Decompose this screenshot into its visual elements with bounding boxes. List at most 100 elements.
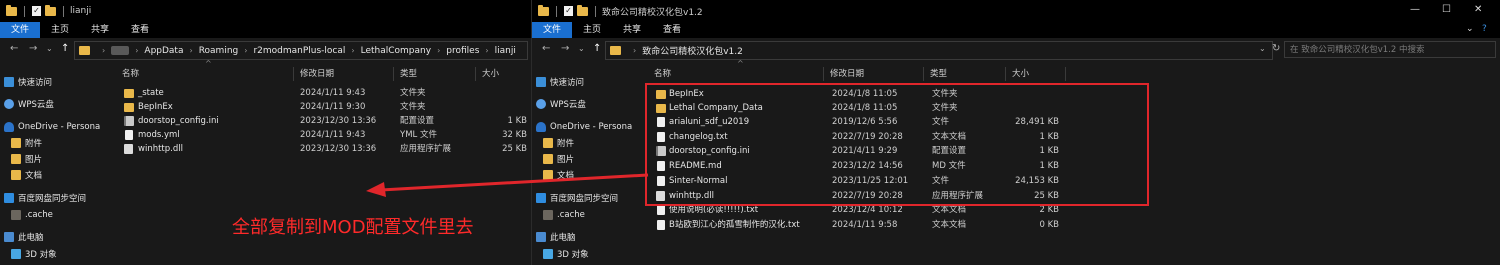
column-header-name[interactable]: 名称 xyxy=(654,67,671,81)
tab-view[interactable]: 查看 xyxy=(120,22,160,38)
nav-item-label: 百度网盘同步空间 xyxy=(550,194,619,204)
file-type: 文本文档 xyxy=(932,220,967,230)
new-folder-icon[interactable] xyxy=(577,4,588,16)
window-title: 致命公司精校汉化包v1.2 xyxy=(602,7,703,18)
nav-item-onedrive[interactable]: OneDrive - Persona xyxy=(536,119,648,135)
back-arrow-icon[interactable]: ← xyxy=(10,43,18,55)
column-divider xyxy=(823,67,824,81)
divider xyxy=(24,5,25,17)
nav-item-3d-objects[interactable]: 3D 对象 xyxy=(11,246,123,262)
nav-item-this-pc[interactable]: 此电脑 xyxy=(536,229,648,245)
breadcrumb-item[interactable]: r2modmanPlus-local xyxy=(253,46,345,56)
nav-item-quick-access[interactable]: 快速访问 xyxy=(536,74,648,90)
column-header-size[interactable]: 大小 xyxy=(482,67,499,81)
pc-icon xyxy=(4,232,14,242)
column-header-name[interactable]: 名称 xyxy=(122,67,139,81)
help-icon[interactable]: ? xyxy=(1482,24,1487,34)
breadcrumb-item[interactable]: AppData xyxy=(144,46,183,56)
file-name: B站欧到江心的孤雪制作的汉化.txt xyxy=(669,220,800,230)
properties-icon[interactable]: ✓ xyxy=(564,6,573,16)
tab-view[interactable]: 查看 xyxy=(652,22,692,38)
breadcrumb: › 致命公司精校汉化包v1.2 xyxy=(627,44,743,57)
nav-item-cache[interactable]: .cache xyxy=(543,207,655,223)
nav-item-documents[interactable]: 文档 xyxy=(11,167,123,183)
up-arrow-icon[interactable]: ↑ xyxy=(593,43,601,55)
nav-item-this-pc[interactable]: 此电脑 xyxy=(4,229,116,245)
title-bar: ✓ 致命公司精校汉化包v1.2 — ☐ ✕ xyxy=(532,0,1500,22)
properties-icon[interactable]: ✓ xyxy=(32,6,41,16)
breadcrumb-item[interactable]: LethalCompany xyxy=(361,46,431,56)
tab-home[interactable]: 主页 xyxy=(572,22,612,38)
config-file-icon xyxy=(124,116,134,126)
minimize-icon[interactable]: — xyxy=(1410,4,1420,15)
breadcrumb-item[interactable]: profiles xyxy=(446,46,479,56)
forward-arrow-icon[interactable]: → xyxy=(561,43,569,55)
file-type: 文件夹 xyxy=(400,102,426,112)
nav-item-label: WPS云盘 xyxy=(18,100,54,110)
file-date: 2024/1/11 9:30 xyxy=(300,102,366,112)
address-bar[interactable]: › › AppData › Roaming › r2modmanPlus-loc… xyxy=(74,41,528,60)
search-input[interactable]: 在 致命公司精校汉化包v1.2 中搜索 xyxy=(1284,41,1496,58)
back-arrow-icon[interactable]: ← xyxy=(542,43,550,55)
nav-item-pictures[interactable]: 图片 xyxy=(11,151,123,167)
file-date: 2023/12/30 13:36 xyxy=(300,116,377,126)
file-name: winhttp.dll xyxy=(138,144,183,154)
sort-chevron-up-icon: ^ xyxy=(205,59,212,68)
folder-icon xyxy=(11,154,21,164)
nav-item-baidu-sync[interactable]: 百度网盘同步空间 xyxy=(4,190,116,206)
column-header-type[interactable]: 类型 xyxy=(400,67,417,81)
column-header-size[interactable]: 大小 xyxy=(1012,67,1029,81)
file-row[interactable]: mods.yml 2024/1/11 9:43 YML 文件 32 KB xyxy=(113,128,531,143)
up-arrow-icon[interactable]: ↑ xyxy=(61,43,69,55)
file-row[interactable]: BepInEx 2024/1/11 9:30 文件夹 xyxy=(113,100,531,115)
file-row[interactable]: doorstop_config.ini 2023/12/30 13:36 配置设… xyxy=(113,114,531,129)
recent-locations-chevron-icon[interactable]: ⌄ xyxy=(578,43,585,55)
nav-item-3d-objects[interactable]: 3D 对象 xyxy=(543,246,655,262)
nav-item-attachments[interactable]: 附件 xyxy=(11,135,123,151)
nav-item-label: .cache xyxy=(25,210,53,220)
nav-item-pictures[interactable]: 图片 xyxy=(543,151,655,167)
folder-icon xyxy=(538,4,549,16)
divider xyxy=(63,5,64,17)
sort-chevron-up-icon: ^ xyxy=(737,59,744,68)
refresh-icon[interactable]: ↻ xyxy=(1272,43,1280,55)
nav-item-documents[interactable]: 文档 xyxy=(543,167,655,183)
nav-item-onedrive[interactable]: OneDrive - Persona xyxy=(4,119,116,135)
file-type: YML 文件 xyxy=(400,130,437,140)
breadcrumb-item[interactable]: lianji xyxy=(495,46,516,56)
nav-item-attachments[interactable]: 附件 xyxy=(543,135,655,151)
navigation-pane: 快速访问 WPS云盘 OneDrive - Persona 附件 图片 文档 百… xyxy=(0,62,112,265)
nav-item-baidu-sync[interactable]: 百度网盘同步空间 xyxy=(536,190,648,206)
navigation-pane: 快速访问 WPS云盘 OneDrive - Persona 附件 图片 文档 百… xyxy=(532,62,644,265)
file-row[interactable]: winhttp.dll 2023/12/30 13:36 应用程序扩展 25 K… xyxy=(113,142,531,157)
new-folder-icon[interactable] xyxy=(45,4,56,16)
file-row[interactable]: B站欧到江心的孤雪制作的汉化.txt 2024/1/11 9:58 文本文档 0… xyxy=(645,218,1085,233)
ribbon-expand-chevron-icon[interactable]: ⌄ xyxy=(1466,24,1474,34)
column-header-date[interactable]: 修改日期 xyxy=(830,67,864,81)
maximize-icon[interactable]: ☐ xyxy=(1442,4,1451,15)
nav-item-wps-cloud[interactable]: WPS云盘 xyxy=(536,96,648,112)
tab-home[interactable]: 主页 xyxy=(40,22,80,38)
column-header-type[interactable]: 类型 xyxy=(930,67,947,81)
file-row[interactable]: _state 2024/1/11 9:43 文件夹 xyxy=(113,86,531,101)
breadcrumb-item[interactable]: Roaming xyxy=(199,46,239,56)
folder-icon xyxy=(543,138,553,148)
column-divider xyxy=(475,67,476,81)
nav-item-wps-cloud[interactable]: WPS云盘 xyxy=(4,96,116,112)
file-type: 配置设置 xyxy=(400,116,435,126)
nav-item-cache[interactable]: .cache xyxy=(11,207,123,223)
tab-file[interactable]: 文件 xyxy=(0,22,41,38)
column-header-date[interactable]: 修改日期 xyxy=(300,67,334,81)
breadcrumb-item[interactable]: 致命公司精校汉化包v1.2 xyxy=(642,44,743,57)
recent-locations-chevron-icon[interactable]: ⌄ xyxy=(46,43,53,55)
tab-share[interactable]: 共享 xyxy=(612,22,652,38)
forward-arrow-icon[interactable]: → xyxy=(29,43,37,55)
window-title: lianji xyxy=(70,6,92,16)
address-bar[interactable]: › 致命公司精校汉化包v1.2 xyxy=(605,41,1273,60)
tab-file[interactable]: 文件 xyxy=(532,22,573,38)
file-icon xyxy=(657,205,665,215)
nav-item-quick-access[interactable]: 快速访问 xyxy=(4,74,116,90)
address-dropdown-icon[interactable]: ⌄ xyxy=(1259,43,1266,55)
tab-share[interactable]: 共享 xyxy=(80,22,120,38)
close-icon[interactable]: ✕ xyxy=(1474,4,1482,15)
